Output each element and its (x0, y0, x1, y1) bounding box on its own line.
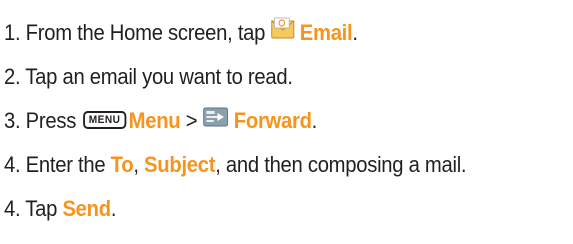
menu-target[interactable]: Menu (129, 108, 181, 133)
instruction-steps: 1. From the Home screen, tap Email. 2. T… (0, 0, 573, 244)
step-1: 1. From the Home screen, tap Email. (4, 17, 358, 48)
step-4: 4. Enter the To, Subject, and then compo… (4, 150, 467, 180)
step-3: 3. Press MENU Menu > Forward. (4, 106, 317, 136)
send-target[interactable]: Send (62, 196, 111, 221)
step-4-prefix: 4. Enter the (4, 152, 111, 177)
step-5-prefix: 4. Tap (4, 196, 63, 221)
forward-icon (203, 105, 229, 135)
to-field-label[interactable]: To (111, 152, 134, 177)
step-3-prefix: 3. Press (4, 108, 82, 133)
email-icon (270, 17, 295, 47)
step-5: 4. Tap Send. (4, 194, 116, 224)
forward-target[interactable]: Forward (234, 108, 312, 133)
subject-field-label[interactable]: Subject (144, 152, 215, 177)
step-5-suffix: . (110, 196, 117, 221)
step-1-suffix: . (352, 20, 358, 45)
menu-key[interactable]: MENU (83, 111, 126, 130)
email-target[interactable]: Email (300, 20, 353, 45)
step-2-text: 2. Tap an email you want to read. (4, 64, 293, 89)
step-4-suffix: , and then composing a mail. (215, 152, 467, 177)
step-3-sep: > (180, 108, 203, 133)
step-4-comma: , (133, 152, 145, 177)
step-1-prefix: 1. From the Home screen, tap (4, 20, 271, 45)
step-2: 2. Tap an email you want to read. (4, 62, 293, 92)
step-3-suffix: . (311, 108, 318, 133)
